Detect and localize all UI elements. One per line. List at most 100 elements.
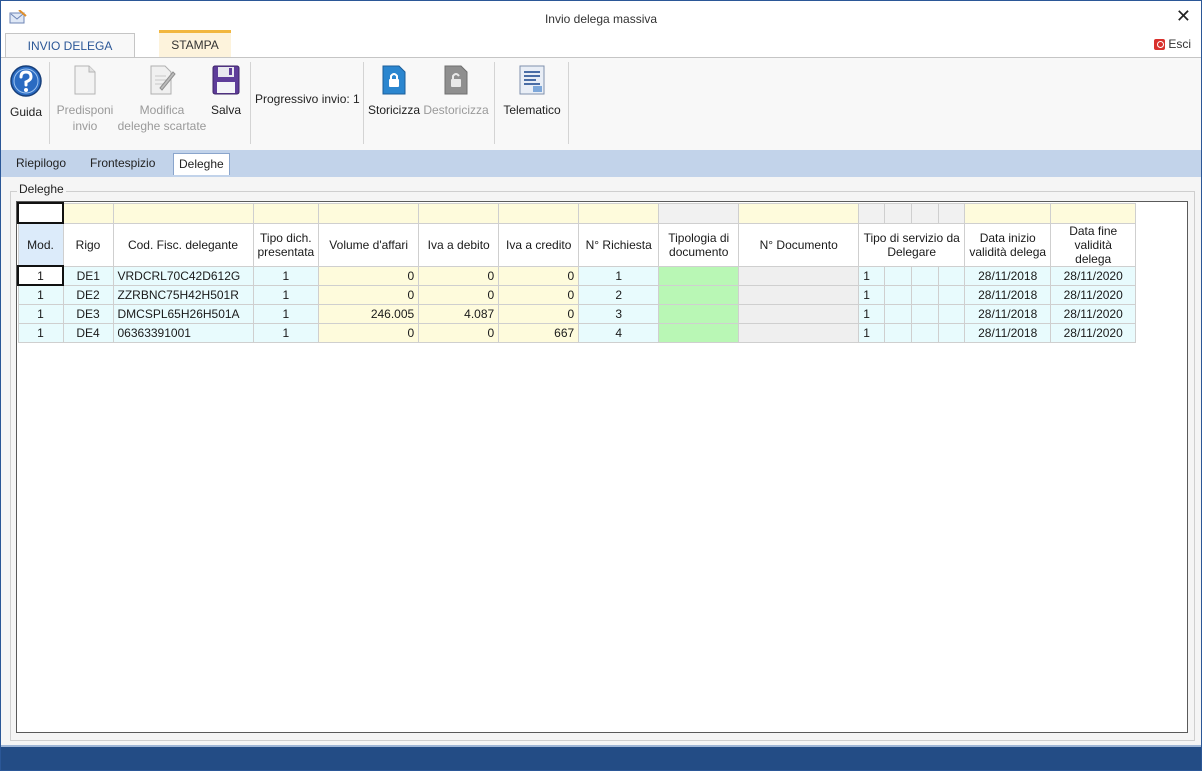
cell-tipo[interactable]: 1 — [252, 284, 320, 305]
cell-servizio-extra[interactable] — [884, 284, 913, 305]
cell-servizio-extra[interactable] — [938, 322, 966, 343]
tab-deleghe[interactable]: Deleghe — [173, 153, 230, 175]
cell-richiesta[interactable]: 2 — [578, 284, 660, 305]
cell-documento[interactable] — [738, 303, 860, 324]
close-icon[interactable]: ✕ — [1176, 6, 1191, 27]
col-header-iva-credito[interactable]: Iva a credito — [498, 222, 580, 267]
cell-servizio[interactable]: 1 — [858, 303, 886, 324]
filter-cell[interactable] — [964, 202, 1052, 224]
table-row[interactable]: 1 DE4 06363391001 1 0 0 667 4 1 28/11/2018 28/11/2… — [17, 322, 1137, 343]
cell-inizio[interactable]: 28/11/2018 — [964, 284, 1052, 305]
cell-cf[interactable]: 06363391001 — [112, 322, 254, 343]
cell-richiesta[interactable]: 4 — [578, 322, 660, 343]
cell-rigo[interactable]: DE2 — [62, 284, 114, 305]
cell-mod[interactable]: 1 — [17, 303, 64, 324]
cell-documento[interactable] — [738, 284, 860, 305]
filter-cell[interactable] — [112, 202, 254, 224]
cell-fine[interactable]: 28/11/2020 — [1050, 265, 1137, 286]
table-row[interactable]: 1 DE1 VRDCRL70C42D612G 1 0 0 0 1 1 28/11/2018 28/1… — [17, 265, 1137, 286]
cell-debito[interactable]: 4.087 — [418, 303, 500, 324]
cell-volume[interactable]: 246.005 — [318, 303, 420, 324]
filter-cell[interactable] — [738, 202, 860, 224]
cell-richiesta[interactable]: 3 — [578, 303, 660, 324]
cell-credito[interactable]: 0 — [498, 284, 580, 305]
filter-cell[interactable] — [418, 202, 500, 224]
cell-richiesta[interactable]: 1 — [578, 265, 660, 286]
table-row[interactable]: 1 DE3 DMCSPL65H26H501A 1 246.005 4.087 0 3 1 28/1… — [17, 303, 1137, 324]
filter-cell[interactable] — [252, 202, 320, 224]
cell-fine[interactable]: 28/11/2020 — [1050, 322, 1137, 343]
col-header-tipo-servizio[interactable]: Tipo di servizio da Delegare — [858, 222, 966, 267]
tab-invio-delega-massiva[interactable]: INVIO DELEGA MASSIVA — [5, 33, 135, 77]
storicizza-button[interactable]: Storicizza — [367, 64, 421, 118]
cell-fine[interactable]: 28/11/2020 — [1050, 284, 1137, 305]
cell-servizio[interactable]: 1 — [858, 265, 886, 286]
salva-button[interactable]: Salva — [207, 64, 245, 118]
cell-servizio-extra[interactable] — [884, 322, 913, 343]
cell-servizio-extra[interactable] — [911, 322, 940, 343]
filter-cell[interactable] — [498, 202, 580, 224]
cell-inizio[interactable]: 28/11/2018 — [964, 303, 1052, 324]
cell-servizio[interactable]: 1 — [858, 284, 886, 305]
cell-rigo[interactable]: DE1 — [62, 265, 114, 286]
cell-tipologia[interactable] — [658, 322, 740, 343]
cell-tipo[interactable]: 1 — [252, 265, 320, 286]
cell-debito[interactable]: 0 — [418, 284, 500, 305]
cell-inizio[interactable]: 28/11/2018 — [964, 265, 1052, 286]
col-header-iva-debito[interactable]: Iva a debito — [418, 222, 500, 267]
filter-cell[interactable] — [62, 202, 114, 224]
cell-fine[interactable]: 28/11/2020 — [1050, 303, 1137, 324]
filter-cell[interactable] — [938, 202, 966, 224]
cell-cf[interactable]: ZZRBNC75H42H501R — [112, 284, 254, 305]
cell-servizio-extra[interactable] — [884, 303, 913, 324]
cell-mod[interactable]: 1 — [17, 265, 64, 286]
cell-documento[interactable] — [738, 265, 860, 286]
filter-cell[interactable] — [318, 202, 420, 224]
filter-cell[interactable] — [1050, 202, 1137, 224]
cell-documento[interactable] — [738, 322, 860, 343]
cell-debito[interactable]: 0 — [418, 265, 500, 286]
cell-cf[interactable]: DMCSPL65H26H501A — [112, 303, 254, 324]
deleghe-grid[interactable]: Mod. Rigo Cod. Fisc. delegante Tipo dich… — [16, 201, 1188, 733]
cell-tipo[interactable]: 1 — [252, 322, 320, 343]
col-header-tipo-dich[interactable]: Tipo dich. presentata — [252, 222, 320, 267]
filter-cell[interactable] — [858, 202, 886, 224]
col-header-tipologia[interactable]: Tipologia di documento — [658, 222, 740, 267]
cell-tipologia[interactable] — [658, 265, 740, 286]
col-header-n-documento[interactable]: N° Documento — [738, 222, 860, 267]
telematico-button[interactable]: Telematico — [499, 64, 565, 118]
col-header-n-richiesta[interactable]: N° Richiesta — [578, 222, 660, 267]
cell-servizio-extra[interactable] — [911, 265, 940, 286]
destoricizza-button[interactable]: Destoricizza — [423, 64, 489, 118]
cell-cf[interactable]: VRDCRL70C42D612G — [112, 265, 254, 286]
cell-tipologia[interactable] — [658, 303, 740, 324]
cell-volume[interactable]: 0 — [318, 284, 420, 305]
cell-rigo[interactable]: DE4 — [62, 322, 114, 343]
cell-servizio-extra[interactable] — [938, 303, 966, 324]
cell-credito[interactable]: 0 — [498, 303, 580, 324]
cell-servizio-extra[interactable] — [938, 265, 966, 286]
cell-credito[interactable]: 0 — [498, 265, 580, 286]
col-header-data-inizio[interactable]: Data inizio validità delega — [964, 222, 1052, 267]
guida-button[interactable]: Guida — [7, 64, 45, 120]
filter-cell[interactable] — [578, 202, 660, 224]
cell-servizio-extra[interactable] — [911, 284, 940, 305]
tab-riepilogo[interactable]: Riepilogo — [16, 156, 66, 170]
cell-servizio-extra[interactable] — [938, 284, 966, 305]
cell-servizio-extra[interactable] — [884, 265, 913, 286]
col-header-data-fine[interactable]: Data fine validità delega — [1050, 222, 1137, 267]
esci-button[interactable]: Esci — [1154, 37, 1191, 51]
col-header-rigo[interactable]: Rigo — [62, 222, 114, 267]
cell-credito[interactable]: 667 — [498, 322, 580, 343]
cell-tipo[interactable]: 1 — [252, 303, 320, 324]
cell-servizio[interactable]: 1 — [858, 322, 886, 343]
tab-stampa[interactable]: STAMPA — [159, 30, 231, 57]
cell-tipologia[interactable] — [658, 284, 740, 305]
cell-rigo[interactable]: DE3 — [62, 303, 114, 324]
col-header-mod[interactable]: Mod. — [17, 222, 64, 267]
cell-mod[interactable]: 1 — [17, 284, 64, 305]
cell-volume[interactable]: 0 — [318, 322, 420, 343]
cell-servizio-extra[interactable] — [911, 303, 940, 324]
filter-cell[interactable] — [911, 202, 940, 224]
col-header-volume-affari[interactable]: Volume d'affari — [318, 222, 420, 267]
